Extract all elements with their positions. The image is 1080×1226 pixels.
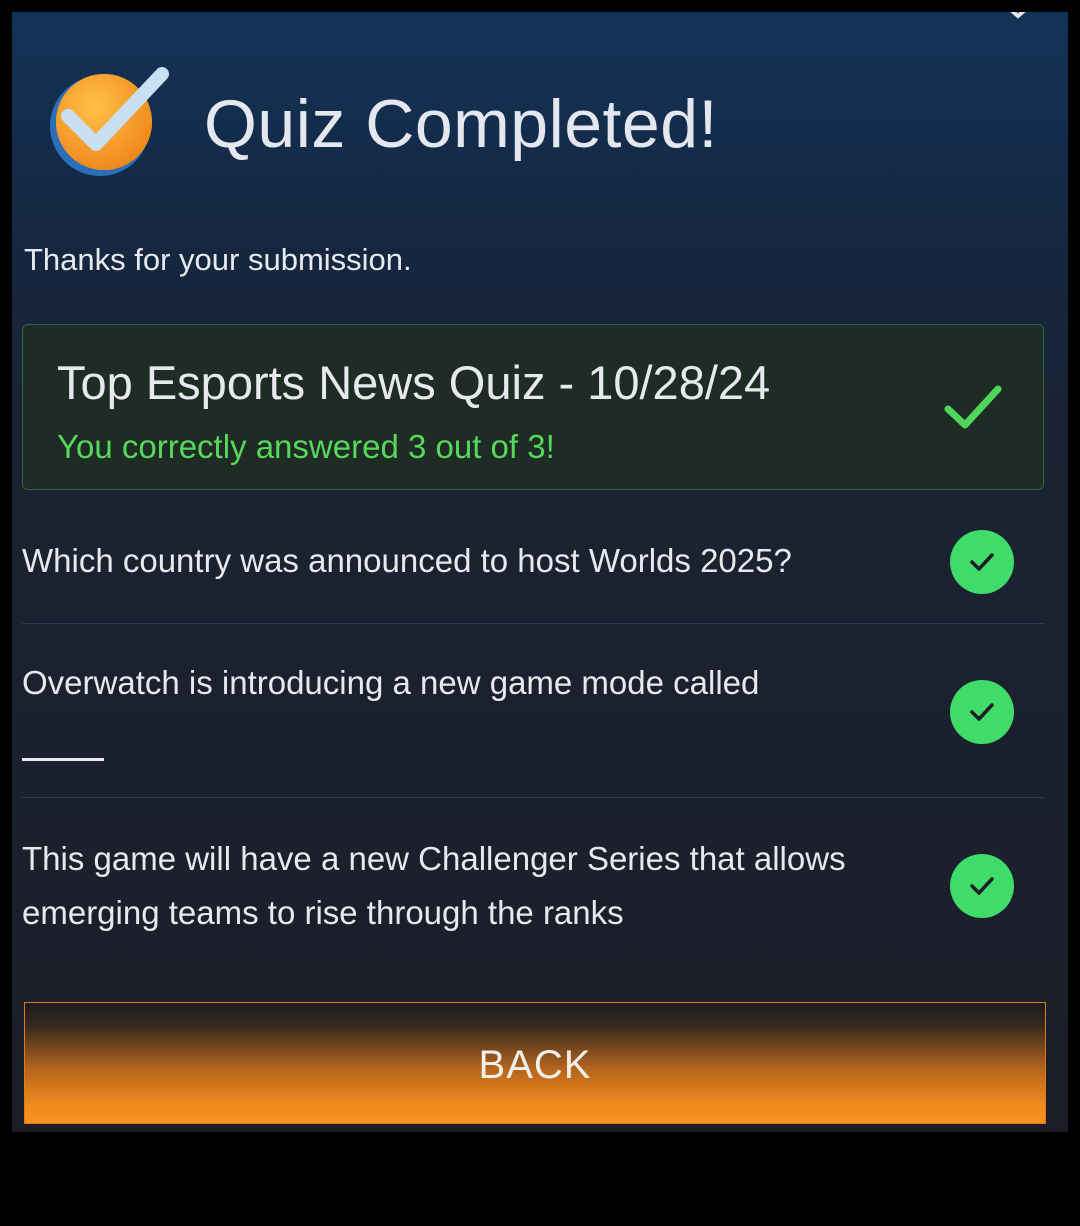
close-button[interactable] [998,12,1038,32]
question-row: This game will have a new Challenger Ser… [22,798,1044,978]
back-button-label: BACK [478,1042,592,1087]
page-title: Quiz Completed! [204,86,718,162]
quiz-title: Top Esports News Quiz - 10/28/24 [57,356,771,409]
back-button[interactable]: BACK [24,1002,1046,1124]
question-text: Overwatch is introducing a new game mode… [22,656,922,761]
quiz-result-dialog: Quiz Completed! Thanks for your submissi… [12,12,1068,1132]
dialog-header: Quiz Completed! [42,64,718,184]
quiz-result-card: Top Esports News Quiz - 10/28/24 You cor… [22,324,1044,490]
correct-check-icon [950,530,1014,594]
question-row: Overwatch is introducing a new game mode… [22,624,1044,798]
question-list: Which country was announced to host Worl… [22,490,1044,978]
submission-message: Thanks for your submission. [24,242,412,277]
question-text: This game will have a new Challenger Ser… [22,840,846,931]
correct-check-icon [950,854,1014,918]
question-row: Which country was announced to host Worl… [22,490,1044,624]
answer-blank [22,758,104,761]
checkmark-badge-icon [42,64,172,184]
close-icon [1010,12,1026,19]
question-text: Which country was announced to host Worl… [22,542,792,579]
quiz-score: You correctly answered 3 out of 3! [57,428,555,465]
checkmark-icon [944,385,1002,429]
question-text-content: Overwatch is introducing a new game mode… [22,664,760,701]
correct-check-icon [950,680,1014,744]
